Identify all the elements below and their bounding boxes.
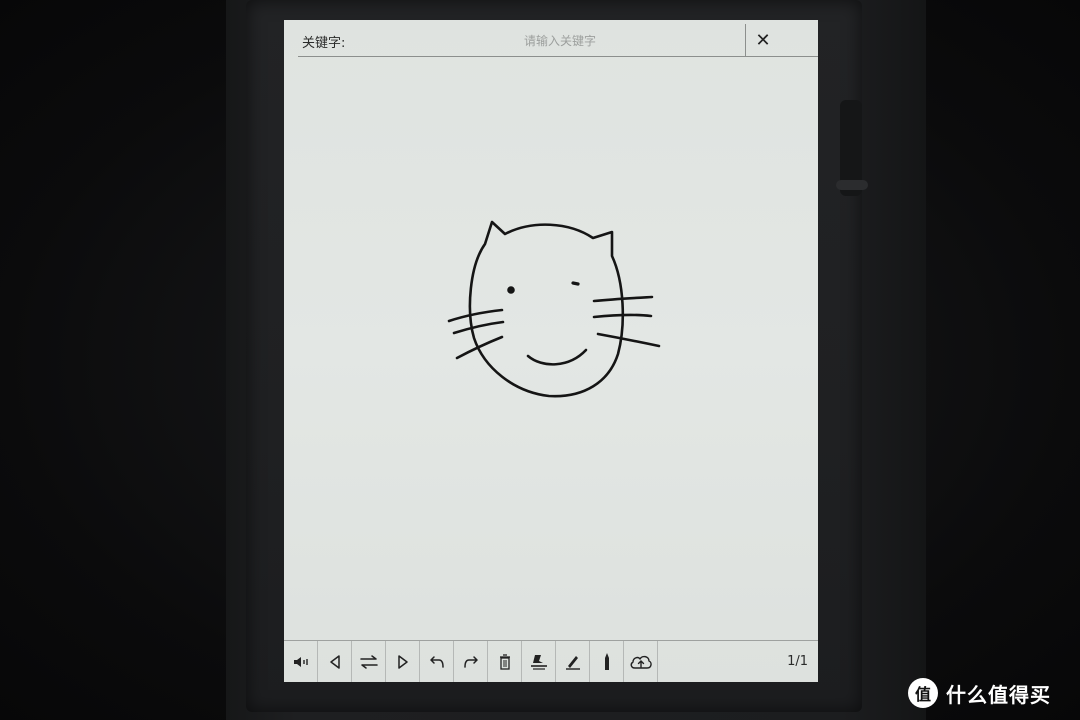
cat-left-whisker-3 <box>455 335 504 360</box>
next-page-button[interactable] <box>386 641 420 682</box>
cat-head-outline <box>468 220 625 398</box>
eraser-icon <box>530 655 547 670</box>
next-page-icon <box>397 655 408 669</box>
watermark-logo: 值 <box>908 678 938 708</box>
switch-page-icon <box>359 655 378 669</box>
cat-left-whisker-1 <box>447 308 504 323</box>
cat-left-whisker-2 <box>452 320 505 335</box>
eink-screen: 关键字: ✕ <box>284 20 818 682</box>
undo-button[interactable] <box>420 641 454 682</box>
cat-drawing <box>447 220 661 398</box>
undo-icon <box>429 656 444 668</box>
page-indicator: 1/1 <box>787 654 808 669</box>
cat-left-eye <box>507 286 515 294</box>
watermark: 值 什么值得买 <box>908 676 1051 710</box>
previous-page-button[interactable] <box>318 641 352 682</box>
pencil-icon <box>604 653 609 670</box>
cat-right-eye <box>571 281 580 286</box>
redo-button[interactable] <box>454 641 488 682</box>
pen-icon <box>565 656 580 670</box>
photo-scene: 关键字: ✕ <box>0 0 1080 720</box>
cat-smile <box>526 348 588 366</box>
watermark-text: 什么值得买 <box>946 682 1051 707</box>
pencil-button[interactable] <box>590 641 624 682</box>
cat-right-whisker-3 <box>596 332 661 348</box>
delete-button[interactable] <box>488 641 522 682</box>
audio-icon <box>293 657 308 667</box>
previous-page-icon <box>329 655 340 669</box>
audio-button[interactable] <box>284 641 318 682</box>
cloud-upload-icon <box>630 655 652 669</box>
stylus-clip <box>836 180 868 190</box>
pen-button[interactable] <box>556 641 590 682</box>
cloud-upload-button[interactable] <box>624 641 658 682</box>
bottom-toolbar: 1/1 <box>284 640 818 682</box>
redo-icon <box>463 656 478 668</box>
trash-icon <box>499 654 510 670</box>
watermark-logo-glyph: 值 <box>914 685 931 704</box>
switch-page-button[interactable] <box>352 641 386 682</box>
eraser-button[interactable] <box>522 641 556 682</box>
